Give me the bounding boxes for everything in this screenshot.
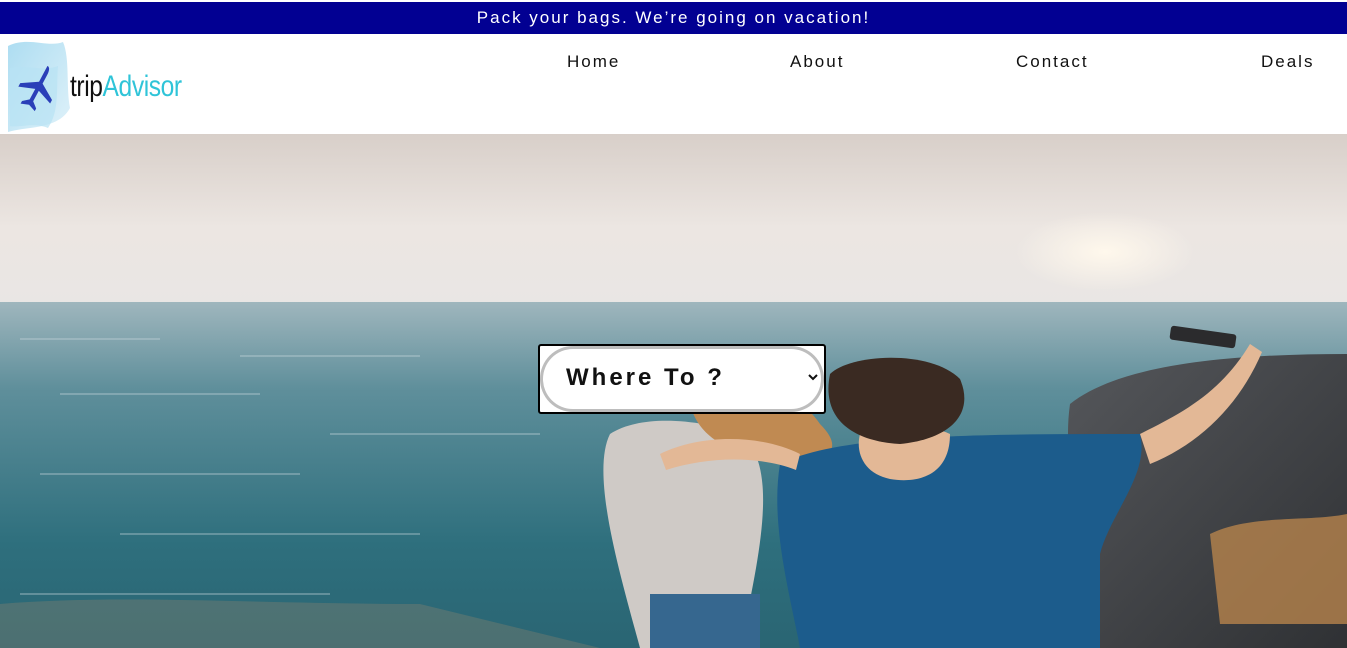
logo-wordmark: tripAdvisor <box>70 70 182 104</box>
destination-select[interactable]: Where To ? <box>538 344 826 414</box>
nav-contact[interactable]: Contact <box>1016 52 1089 72</box>
banner-text: Pack your bags. We’re going on vacation! <box>476 8 871 27</box>
logo-text-trip: trip <box>70 70 103 103</box>
site-logo[interactable]: tripAdvisor <box>8 38 182 132</box>
nav-home[interactable]: Home <box>567 52 620 72</box>
destination-select-value[interactable]: Where To ? <box>566 364 725 392</box>
airplane-icon <box>18 65 53 112</box>
site-header: tripAdvisor Home About Contact Deals <box>0 34 1347 134</box>
announcement-banner: Pack your bags. We’re going on vacation! <box>0 2 1347 34</box>
nav-about[interactable]: About <box>790 52 844 72</box>
chevron-down-icon[interactable] <box>808 370 818 384</box>
nav-deals[interactable]: Deals <box>1261 52 1314 72</box>
logo-text-advisor: Advisor <box>102 70 183 103</box>
